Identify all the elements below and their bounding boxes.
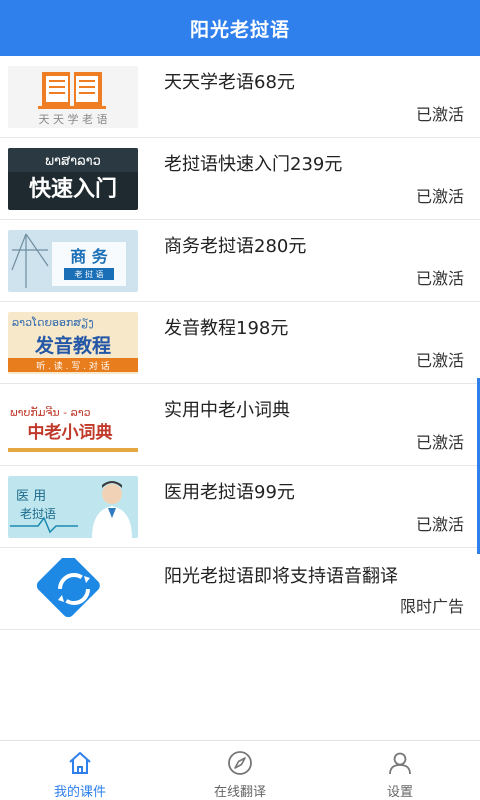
course-item[interactable]: 天 天 学 老 语 天天学老语68元 已激活	[0, 56, 480, 138]
course-title: 老挝语快速入门239元	[164, 154, 343, 175]
app-header: 阳光老挝语	[0, 0, 480, 56]
course-title: 商务老挝语280元	[164, 236, 307, 257]
status-label: 已激活	[415, 105, 464, 124]
status-label: 已激活	[415, 433, 464, 452]
thumb-caption: 快速入门	[29, 176, 117, 202]
thumb-subcaption: 老 挝 语	[74, 269, 103, 279]
course-item[interactable]: 商 务 老 挝 语 商务老挝语280元 已激活	[0, 220, 480, 302]
ad-label: 限时广告	[399, 597, 464, 616]
tab-label: 在线翻译	[213, 785, 266, 800]
book-icon: 天 天 学 老 语	[8, 66, 138, 128]
status-label: 已激活	[415, 351, 464, 370]
thumb-caption: 天 天 学 老 语	[39, 112, 108, 126]
tab-label: 设置	[386, 785, 413, 800]
course-thumbnail: 医 用 老挝语	[8, 476, 138, 538]
thumb-caption: 医 用	[16, 489, 46, 504]
thumb-caption: 发音教程	[34, 334, 111, 357]
compass-icon	[228, 751, 252, 775]
status-label: 已激活	[415, 515, 464, 534]
course-list: 天 天 学 老 语 天天学老语68元 已激活 ພາສາລາວ 快速入门 老挝语快…	[0, 56, 480, 630]
tab-online-translate[interactable]: 在线翻译	[160, 741, 320, 800]
course-title: 医用老挝语99元	[164, 482, 295, 503]
course-thumbnail: ພາບກັມຈີນ - ລາວ 中老小词典	[8, 394, 138, 456]
thumb-subcaption: 老挝语	[20, 507, 56, 521]
home-icon	[69, 752, 91, 774]
course-item[interactable]: ພາສາລາວ 快速入门 老挝语快速入门239元 已激活	[0, 138, 480, 220]
ad-item[interactable]: 阳光老挝语即将支持语音翻译 限时广告	[0, 548, 480, 630]
course-thumbnail: 天 天 学 老 语	[8, 66, 138, 128]
tab-settings[interactable]: 设置	[320, 741, 480, 800]
thumb-caption: 中老小词典	[28, 422, 113, 443]
course-title: 发音教程198元	[164, 318, 289, 339]
thumb-subcaption: 听 . 读 . 写 . 对 话	[36, 360, 110, 372]
course-thumbnail: 商 务 老 挝 语	[8, 230, 138, 292]
course-title: 实用中老小词典	[164, 400, 290, 421]
status-label: 已激活	[415, 187, 464, 206]
tab-my-courses[interactable]: 我的课件	[0, 741, 160, 800]
course-item[interactable]: 医 用 老挝语 医用老挝语99元 已激活	[0, 466, 480, 548]
refresh-icon	[8, 558, 138, 620]
course-item[interactable]: ລາວໂດຍອອກສຽງ 发音教程 听 . 读 . 写 . 对 话 发音教程19…	[0, 302, 480, 384]
ad-thumbnail	[8, 558, 138, 620]
thumb-caption: 商 务	[70, 247, 109, 266]
bottom-tab-bar: 我的课件 在线翻译 设置	[0, 740, 480, 800]
course-thumbnail: ລາວໂດຍອອກສຽງ 发音教程 听 . 读 . 写 . 对 话	[8, 312, 138, 374]
course-item[interactable]: ພາບກັມຈີນ - ລາວ 中老小词典 实用中老小词典 已激活	[0, 384, 480, 466]
page-title: 阳光老挝语	[189, 18, 290, 41]
status-label: 已激活	[415, 269, 464, 288]
thumb-lao-text: ພາສາລາວ	[45, 154, 101, 169]
user-icon	[389, 752, 411, 775]
ad-title: 阳光老挝语即将支持语音翻译	[164, 566, 398, 587]
tab-label: 我的课件	[53, 785, 106, 800]
thumb-lao-text: ພາບກັມຈີນ - ລາວ	[10, 406, 91, 419]
course-thumbnail: ພາສາລາວ 快速入门	[8, 148, 138, 210]
thumb-lao-text: ລາວໂດຍອອກສຽງ	[12, 316, 94, 329]
course-title: 天天学老语68元	[164, 72, 295, 93]
doctor-icon: 医 用 老挝语	[8, 476, 138, 538]
